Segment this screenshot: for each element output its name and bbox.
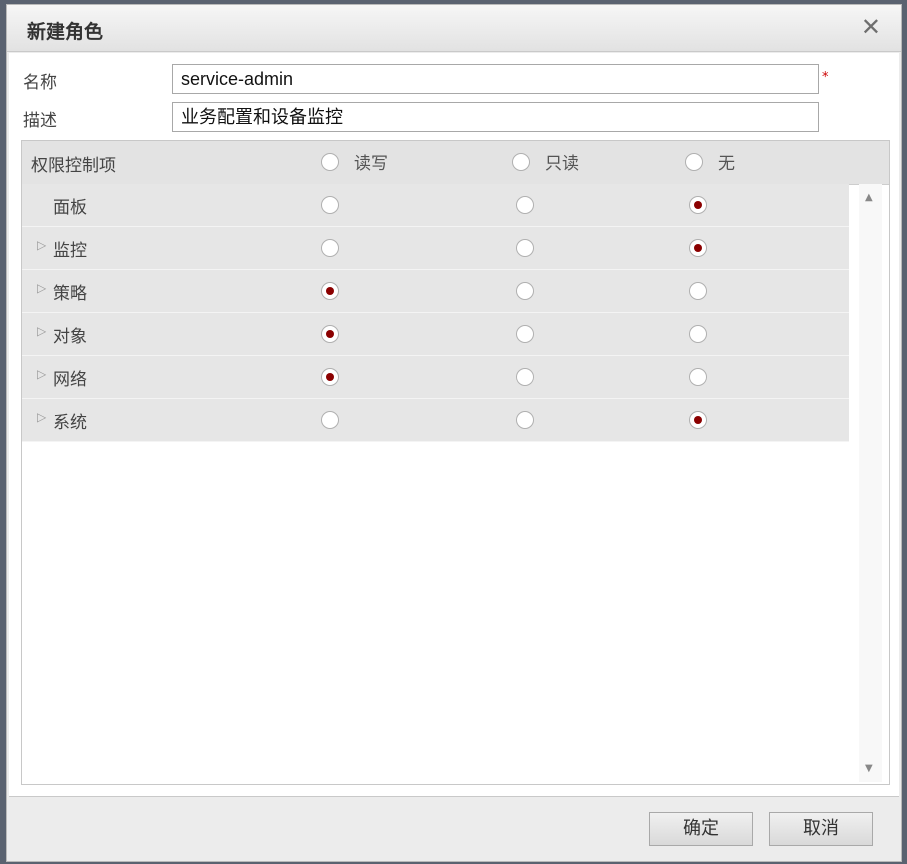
dialog-titlebar: 新建角色 ✕ bbox=[7, 5, 901, 52]
permission-row-label: 对象 bbox=[53, 327, 87, 347]
cancel-button[interactable]: 取消 bbox=[769, 812, 873, 846]
expand-icon[interactable]: ▷ bbox=[37, 324, 46, 338]
permission-radio[interactable] bbox=[689, 368, 707, 386]
new-role-dialog: 新建角色 ✕ 名称 service-admin * 描述 业务配置和设备监控 权… bbox=[6, 4, 902, 862]
header-option-label: 读写 bbox=[354, 154, 388, 174]
permission-radio[interactable] bbox=[689, 239, 707, 257]
permission-row: ▷ 网络 bbox=[22, 356, 849, 399]
close-icon[interactable]: ✕ bbox=[861, 15, 881, 39]
header-option-none[interactable]: 无 bbox=[685, 149, 735, 174]
header-radio-readwrite[interactable] bbox=[321, 152, 339, 171]
dialog-title: 新建角色 bbox=[27, 21, 104, 43]
permission-radio[interactable] bbox=[516, 196, 534, 214]
permission-radio[interactable] bbox=[321, 325, 339, 343]
description-label: 描述 bbox=[23, 111, 57, 131]
required-mark: * bbox=[822, 70, 829, 85]
expand-icon[interactable]: ▷ bbox=[37, 281, 46, 295]
permissions-header: 权限控制项 读写 只读 无 bbox=[22, 141, 889, 185]
permission-row: ▷ 系统 bbox=[22, 399, 849, 442]
permission-radio[interactable] bbox=[516, 368, 534, 386]
permissions-header-label: 权限控制项 bbox=[31, 156, 116, 176]
permission-radio[interactable] bbox=[321, 368, 339, 386]
ok-button[interactable]: 确定 bbox=[649, 812, 753, 846]
scroll-up-icon[interactable]: ▲ bbox=[865, 192, 873, 203]
scrollbar[interactable]: ▲ ▼ bbox=[859, 184, 882, 782]
header-option-label: 无 bbox=[718, 154, 735, 174]
permission-row: 面板 bbox=[22, 184, 849, 227]
permission-row-label: 面板 bbox=[53, 198, 87, 218]
permission-row-label: 策略 bbox=[53, 284, 87, 304]
header-option-readwrite[interactable]: 读写 bbox=[321, 149, 388, 174]
permission-radio[interactable] bbox=[516, 239, 534, 257]
expand-icon[interactable]: ▷ bbox=[37, 238, 46, 252]
permission-row: ▷ 对象 bbox=[22, 313, 849, 356]
permission-row-label: 系统 bbox=[53, 413, 87, 433]
permission-row: ▷ 策略 bbox=[22, 270, 849, 313]
permission-radio[interactable] bbox=[321, 411, 339, 429]
name-input[interactable]: service-admin bbox=[172, 64, 819, 94]
expand-icon[interactable]: ▷ bbox=[37, 410, 46, 424]
permission-radio[interactable] bbox=[321, 196, 339, 214]
permission-radio[interactable] bbox=[689, 282, 707, 300]
header-radio-readonly[interactable] bbox=[512, 152, 530, 171]
permission-radio[interactable] bbox=[689, 411, 707, 429]
permission-row: ▷ 监控 bbox=[22, 227, 849, 270]
description-input[interactable]: 业务配置和设备监控 bbox=[172, 102, 819, 132]
header-radio-none[interactable] bbox=[685, 152, 703, 171]
permission-radio[interactable] bbox=[321, 239, 339, 257]
header-option-readonly[interactable]: 只读 bbox=[512, 149, 579, 174]
permission-row-label: 网络 bbox=[53, 370, 87, 390]
permission-radio[interactable] bbox=[689, 196, 707, 214]
permission-radio[interactable] bbox=[516, 411, 534, 429]
permission-radio[interactable] bbox=[516, 325, 534, 343]
permission-row-label: 监控 bbox=[53, 241, 87, 261]
expand-icon[interactable]: ▷ bbox=[37, 367, 46, 381]
dialog-content: 名称 service-admin * 描述 业务配置和设备监控 权限控制项 读写… bbox=[9, 53, 899, 797]
permission-radio[interactable] bbox=[516, 282, 534, 300]
permission-radio[interactable] bbox=[689, 325, 707, 343]
permission-radio[interactable] bbox=[321, 282, 339, 300]
scroll-down-icon[interactable]: ▼ bbox=[865, 763, 873, 774]
header-option-label: 只读 bbox=[545, 154, 579, 174]
permissions-rows: 面板 ▷ 监控 ▷ 策略 ▷ 对象 ▷ 网络 ▷ 系统 bbox=[22, 184, 849, 442]
permissions-table: 权限控制项 读写 只读 无 面板 ▷ 监控 ▷ 策略 ▷ 对象 ▷ 网络 ▷ 系统 ▲ ▼ bbox=[21, 140, 890, 785]
name-label: 名称 bbox=[23, 73, 57, 93]
